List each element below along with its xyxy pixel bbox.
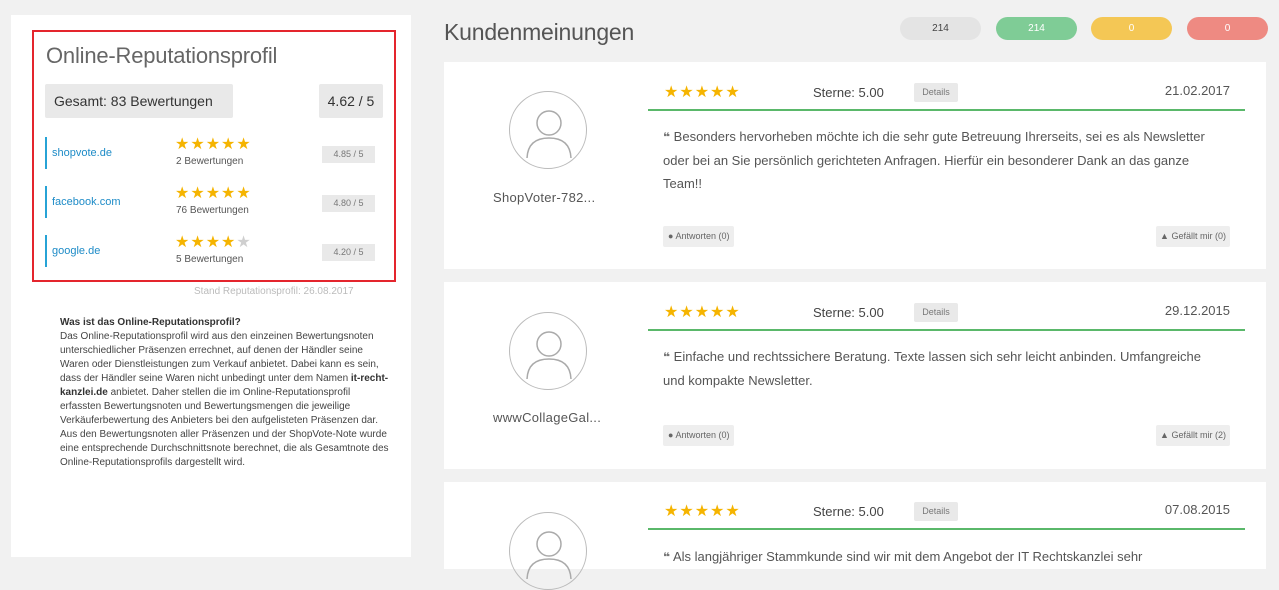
thumbs-up-icon: ▲: [1160, 231, 1169, 241]
star-rating: ★★★★★: [664, 84, 741, 101]
source-score: 4.20 / 5: [322, 244, 375, 261]
reputation-sidebar: Online-Reputationsprofil Gesamt: 83 Bewe…: [11, 15, 411, 557]
total-ratings-label: Gesamt: 83 Bewertungen: [45, 84, 233, 118]
filter-neutral-count[interactable]: 0: [1091, 17, 1172, 40]
reputation-profile-box: Online-Reputationsprofil Gesamt: 83 Bewe…: [32, 30, 396, 282]
speech-bubble-icon: ●: [668, 430, 674, 440]
faq-body: Das Online-Reputationsprofil wird aus de…: [60, 331, 389, 468]
speech-bubble-icon: ●: [668, 231, 674, 241]
review-username[interactable]: wwwCollageGal...: [493, 410, 601, 425]
divider: [648, 109, 1245, 111]
thumbs-up-icon: ▲: [1160, 430, 1169, 440]
source-count: 76 Bewertungen: [176, 205, 249, 216]
source-count: 5 Bewertungen: [176, 254, 244, 265]
source-link-facebook[interactable]: facebook.com: [45, 186, 120, 218]
quote-icon: ❝: [663, 350, 671, 364]
details-button[interactable]: Details: [914, 303, 958, 322]
star-rating: ★★★★★: [175, 136, 252, 153]
review-date: 21.02.2017: [1164, 83, 1230, 98]
filter-all-count[interactable]: 214: [900, 17, 981, 40]
review-stars-value: Sterne: 5.00: [813, 305, 884, 320]
profile-date: Stand Reputationsprofil: 26.08.2017: [194, 286, 354, 297]
user-placeholder-icon: [509, 91, 587, 169]
review-username[interactable]: ShopVoter-782...: [493, 190, 595, 205]
source-score: 4.85 / 5: [322, 146, 375, 163]
like-button[interactable]: ▲ Gefällt mir (0): [1156, 226, 1230, 247]
source-row-google: google.de ★★★★★ 5 Bewertungen 4.20 / 5: [45, 235, 385, 269]
quote-icon: ❝: [663, 550, 671, 564]
quote-icon: ❝: [663, 130, 671, 144]
total-score: 4.62 / 5: [319, 84, 383, 118]
review-date: 29.12.2015: [1164, 303, 1230, 318]
source-score: 4.80 / 5: [322, 195, 375, 212]
star-rating: ★★★★★: [664, 304, 741, 321]
divider: [648, 528, 1245, 530]
review-card: ShopVoter-782... ★★★★★ Sterne: 5.00 Deta…: [444, 62, 1266, 269]
source-count: 2 Bewertungen: [176, 156, 244, 167]
details-button[interactable]: Details: [914, 502, 958, 521]
reply-button[interactable]: ● Antworten (0): [663, 425, 735, 446]
filter-negative-count[interactable]: 0: [1187, 17, 1268, 40]
user-placeholder-icon: [509, 512, 587, 590]
faq-section: Was ist das Online-Reputationsprofil? Da…: [60, 316, 390, 470]
review-text: ❝ Besonders hervorheben möchte ich die s…: [663, 129, 1205, 191]
reply-button[interactable]: ● Antworten (0): [663, 226, 735, 247]
divider: [648, 329, 1245, 331]
star-rating: ★★★★★: [175, 185, 252, 202]
reputation-title: Online-Reputationsprofil: [46, 43, 278, 68]
page-title: Kundenmeinungen: [444, 19, 635, 45]
source-link-google[interactable]: google.de: [45, 235, 100, 267]
review-text: ❝ Als langjähriger Stammkunde sind wir m…: [663, 549, 1143, 564]
filter-positive-count[interactable]: 214: [996, 17, 1077, 40]
review-stars-value: Sterne: 5.00: [813, 85, 884, 100]
source-row-facebook: facebook.com ★★★★★ 76 Bewertungen 4.80 /…: [45, 186, 385, 220]
star-rating: ★★★★★: [664, 503, 741, 520]
star-rating: ★★★★★: [175, 234, 252, 251]
review-text: ❝ Einfache und rechtssichere Beratung. T…: [663, 349, 1201, 388]
source-link-shopvote[interactable]: shopvote.de: [45, 137, 112, 169]
faq-title: Was ist das Online-Reputationsprofil?: [60, 317, 241, 328]
like-button[interactable]: ▲ Gefällt mir (2): [1156, 425, 1230, 446]
user-placeholder-icon: [509, 312, 587, 390]
source-row-shopvote: shopvote.de ★★★★★ 2 Bewertungen 4.85 / 5: [45, 137, 385, 171]
review-card: wwwCollageGal... ★★★★★ Sterne: 5.00 Deta…: [444, 282, 1266, 469]
review-date: 07.08.2015: [1164, 502, 1230, 517]
details-button[interactable]: Details: [914, 83, 958, 102]
review-stars-value: Sterne: 5.00: [813, 504, 884, 519]
review-card: ★★★★★ Sterne: 5.00 Details 07.08.2015 ❝ …: [444, 482, 1266, 590]
